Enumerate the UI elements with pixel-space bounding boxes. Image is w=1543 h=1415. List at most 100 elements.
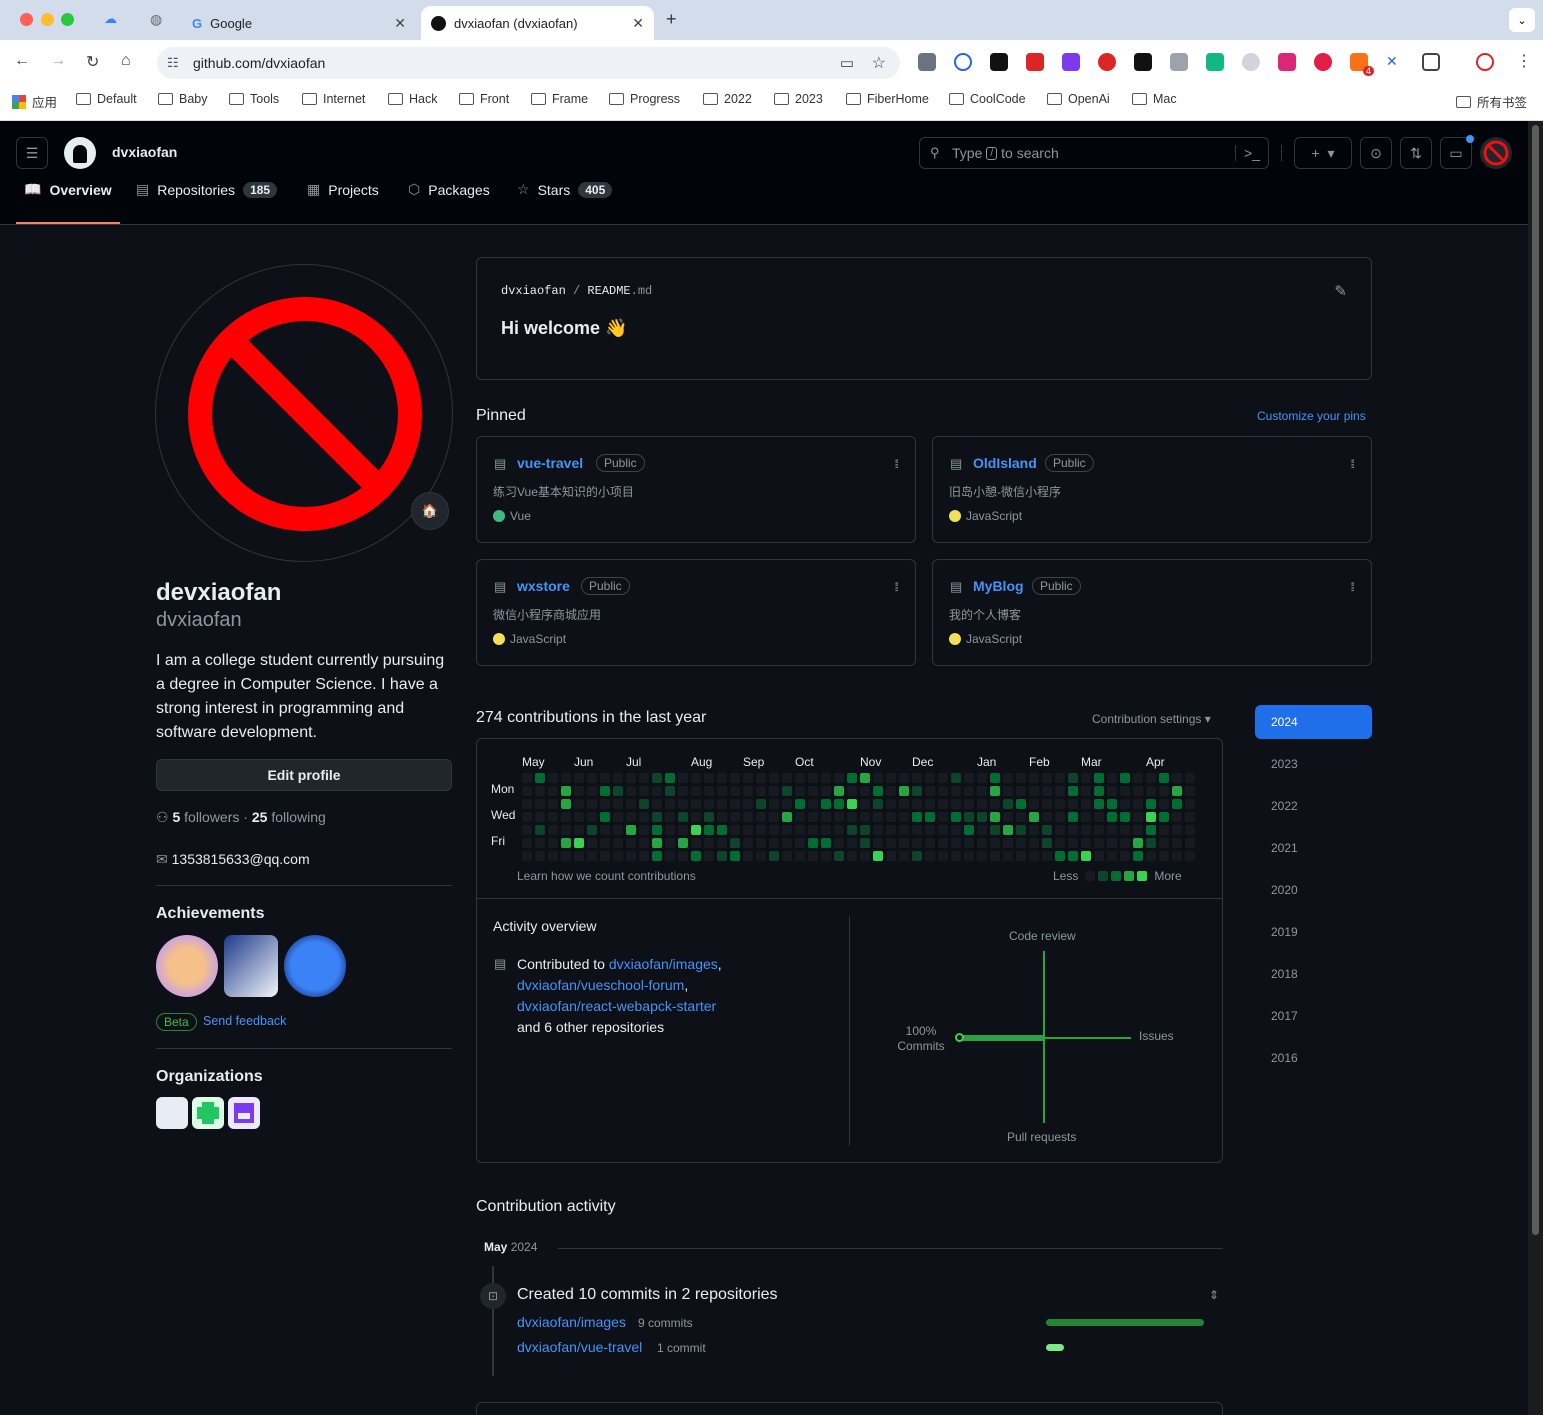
contribution-day-cell[interactable]	[730, 851, 740, 861]
contribution-day-cell[interactable]	[561, 786, 571, 796]
contribution-day-cell[interactable]	[964, 773, 974, 783]
pinned-repo-link[interactable]: wxstore	[517, 578, 570, 594]
contribution-day-cell[interactable]	[626, 812, 636, 822]
contribution-day-cell[interactable]	[1068, 799, 1078, 809]
contribution-day-cell[interactable]	[600, 812, 610, 822]
contribution-day-cell[interactable]	[1081, 786, 1091, 796]
pocket-ext-icon[interactable]	[1314, 53, 1332, 71]
contribution-day-cell[interactable]	[613, 851, 623, 861]
contribution-day-cell[interactable]	[639, 851, 649, 861]
contribution-day-cell[interactable]	[860, 812, 870, 822]
contribution-day-cell[interactable]	[639, 838, 649, 848]
contribution-day-cell[interactable]	[587, 786, 597, 796]
year-link-2018[interactable]: 2018	[1255, 957, 1372, 991]
contribution-day-cell[interactable]	[522, 773, 532, 783]
contribution-day-cell[interactable]	[1055, 773, 1065, 783]
contribution-day-cell[interactable]	[886, 812, 896, 822]
contribution-day-cell[interactable]	[626, 773, 636, 783]
contribution-day-cell[interactable]	[548, 773, 558, 783]
contribution-day-cell[interactable]	[535, 812, 545, 822]
inbox-icon[interactable]: ▭	[1440, 135, 1474, 169]
contribution-day-cell[interactable]	[899, 773, 909, 783]
year-link-2022[interactable]: 2022	[1255, 789, 1372, 823]
contribution-day-cell[interactable]	[1016, 851, 1026, 861]
bookmark-item[interactable]: Mac	[1132, 92, 1177, 106]
contribution-day-cell[interactable]	[1042, 851, 1052, 861]
commits-summary[interactable]: Created 10 commits in 2 repositories	[517, 1286, 778, 1304]
achievement-starstruck-icon[interactable]	[224, 935, 278, 997]
contribution-day-cell[interactable]	[1172, 825, 1182, 835]
following-label[interactable]: following	[271, 809, 325, 825]
contribution-day-cell[interactable]	[834, 825, 844, 835]
glasses-ext-icon[interactable]	[1134, 53, 1152, 71]
issues-icon[interactable]: ⊙	[1360, 137, 1392, 169]
contribution-day-cell[interactable]	[1107, 825, 1117, 835]
contribution-day-cell[interactable]	[1185, 812, 1195, 822]
contribution-day-cell[interactable]	[1146, 773, 1156, 783]
contribution-day-cell[interactable]	[1081, 851, 1091, 861]
contribution-day-cell[interactable]	[977, 812, 987, 822]
contribution-day-cell[interactable]	[769, 773, 779, 783]
contribution-day-cell[interactable]	[873, 825, 883, 835]
contribution-day-cell[interactable]	[1003, 851, 1013, 861]
contribution-day-cell[interactable]	[977, 773, 987, 783]
contribution-day-cell[interactable]	[756, 773, 766, 783]
menu-dots-icon[interactable]: ⋮	[1516, 51, 1532, 71]
contribution-day-cell[interactable]	[1172, 773, 1182, 783]
contribution-day-cell[interactable]	[1146, 799, 1156, 809]
contribution-day-cell[interactable]	[639, 812, 649, 822]
commit-repo-link[interactable]: dvxiaofan/images	[517, 1314, 626, 1330]
close-window-button[interactable]	[20, 13, 33, 26]
x-ext-icon[interactable]: ✕	[1386, 53, 1404, 71]
contribution-day-cell[interactable]	[912, 851, 922, 861]
contribution-day-cell[interactable]	[704, 773, 714, 783]
pink-ext-icon[interactable]	[1278, 53, 1296, 71]
contribution-day-cell[interactable]	[678, 838, 688, 848]
contribution-day-cell[interactable]	[717, 825, 727, 835]
contribution-day-cell[interactable]	[990, 825, 1000, 835]
contribution-day-cell[interactable]	[860, 786, 870, 796]
contribution-day-cell[interactable]	[1120, 786, 1130, 796]
status-emoji-button[interactable]: 🏠	[411, 492, 449, 530]
contribution-day-cell[interactable]	[756, 786, 766, 796]
contribution-day-cell[interactable]	[717, 773, 727, 783]
contribution-day-cell[interactable]	[951, 786, 961, 796]
contribution-day-cell[interactable]	[626, 799, 636, 809]
contribution-day-cell[interactable]	[899, 812, 909, 822]
header-username[interactable]: dvxiaofan	[112, 144, 177, 160]
contribution-day-cell[interactable]	[847, 812, 857, 822]
contribution-day-cell[interactable]	[977, 851, 987, 861]
contribution-day-cell[interactable]	[834, 786, 844, 796]
contribution-day-cell[interactable]	[912, 812, 922, 822]
contribution-day-cell[interactable]	[1146, 825, 1156, 835]
contribution-day-cell[interactable]	[795, 786, 805, 796]
contribution-day-cell[interactable]	[652, 838, 662, 848]
contribution-day-cell[interactable]	[1159, 825, 1169, 835]
contribution-day-cell[interactable]	[1094, 786, 1104, 796]
contribution-day-cell[interactable]	[821, 812, 831, 822]
contribution-day-cell[interactable]	[691, 838, 701, 848]
scrollbar-track[interactable]	[1528, 121, 1543, 1415]
contribution-day-cell[interactable]	[1081, 799, 1091, 809]
contribution-day-cell[interactable]	[665, 799, 675, 809]
contribution-day-cell[interactable]	[1120, 851, 1130, 861]
contribution-day-cell[interactable]	[743, 799, 753, 809]
search-input[interactable]: ⚲ Type / to search >_	[919, 137, 1269, 169]
contribution-day-cell[interactable]	[886, 851, 896, 861]
contribution-day-cell[interactable]	[938, 773, 948, 783]
contribution-day-cell[interactable]	[808, 851, 818, 861]
contribution-day-cell[interactable]	[691, 851, 701, 861]
contribution-day-cell[interactable]	[613, 838, 623, 848]
extensions-icon[interactable]	[1422, 53, 1440, 71]
contribution-day-cell[interactable]	[1107, 799, 1117, 809]
commit-count[interactable]: 9 commits	[638, 1316, 693, 1330]
contribution-day-cell[interactable]	[1029, 812, 1039, 822]
contribution-day-cell[interactable]	[834, 799, 844, 809]
contribution-day-cell[interactable]	[951, 799, 961, 809]
bookmark-item[interactable]: OpenAi	[1047, 92, 1110, 106]
contribution-day-cell[interactable]	[535, 838, 545, 848]
contribution-day-cell[interactable]	[535, 773, 545, 783]
contribution-day-cell[interactable]	[860, 825, 870, 835]
contribution-day-cell[interactable]	[756, 838, 766, 848]
contribution-day-cell[interactable]	[834, 838, 844, 848]
